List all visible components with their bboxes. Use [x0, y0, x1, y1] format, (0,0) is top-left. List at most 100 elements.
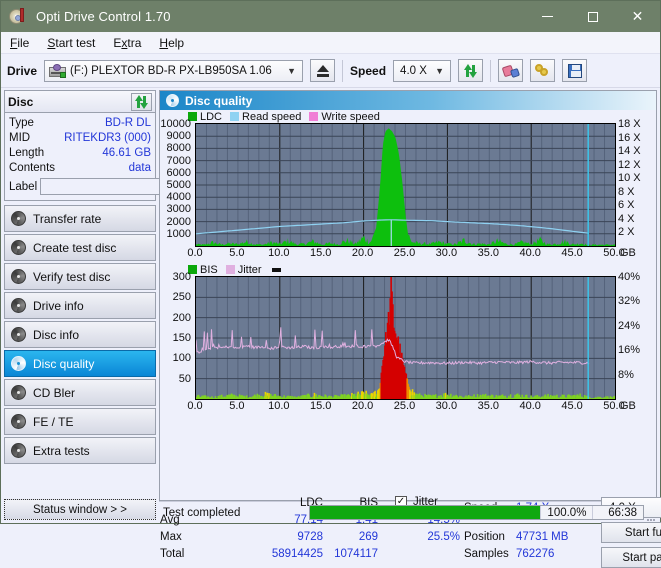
window-title: Opti Drive Control 1.70	[36, 9, 171, 24]
x-tick-label: 25.0	[393, 247, 416, 259]
y2-tick-label: 40%	[618, 271, 641, 283]
x-tick-label: 10.0	[268, 400, 290, 412]
x-axis-unit: GB	[620, 247, 636, 259]
disc-row-type: Type BD-R DL	[9, 115, 151, 130]
disc-icon	[11, 298, 26, 313]
app-window: Opti Drive Control 1.70 ✕ File Start tes…	[0, 0, 661, 568]
sidebar-item-label: Transfer rate	[33, 211, 102, 226]
keys-icon	[534, 64, 551, 77]
minimize-button[interactable]	[525, 1, 570, 32]
keys-button[interactable]	[530, 59, 556, 82]
x-tick-label: 30.0	[435, 400, 458, 412]
x-tick-label: 45.0	[561, 247, 583, 259]
refresh-button[interactable]	[458, 59, 484, 82]
window-controls: ✕	[525, 1, 660, 32]
sidebar-item-extra-tests[interactable]: Extra tests	[4, 437, 156, 464]
disc-panel-header: Disc	[5, 91, 155, 113]
save-button[interactable]	[562, 59, 588, 82]
panel-header: Disc quality	[160, 91, 656, 110]
sidebar-item-label: Drive info	[33, 298, 84, 313]
menu-item-start-test[interactable]: Start test	[47, 36, 95, 50]
x-tick-label: 40.0	[519, 247, 541, 259]
position-value: 47731 MB	[516, 531, 569, 543]
legend-label-read-speed: Read speed	[242, 110, 302, 123]
sidebar-item-disc-info[interactable]: Disc info	[4, 321, 156, 348]
start-full-button[interactable]: Start full	[601, 522, 661, 543]
sidebar-item-verify-test-disc[interactable]: Verify test disc	[4, 263, 156, 290]
disc-icon	[11, 327, 26, 342]
legend-swatch-extra	[271, 267, 281, 272]
x-tick-label: 20.0	[351, 247, 374, 259]
charts-container: LDC Read speed Write speed 10000 9000 8000…	[160, 110, 656, 493]
sidebar-nav: Transfer rate Create test disc Verify te…	[4, 205, 156, 464]
app-icon	[9, 7, 29, 27]
erase-button[interactable]	[498, 59, 524, 82]
y2-tick-label: 18 X	[618, 118, 641, 130]
sidebar-item-label: Verify test disc	[33, 269, 111, 284]
stats-row-max: Max	[160, 531, 182, 543]
y2-tick-label: 12 X	[618, 158, 641, 171]
drive-toolbar: Drive (F:) PLEXTOR BD-R PX-LB950SA 1.06 …	[1, 54, 660, 88]
disc-quality-panel: Disc quality LDC Read speed Write speed	[159, 90, 661, 568]
row-value: BD-R DL	[104, 116, 151, 129]
x-tick-label: 20.0	[351, 400, 374, 412]
samples-value: 762276	[516, 548, 555, 560]
menu-file-rest: ile	[17, 35, 30, 50]
close-icon[interactable]: ✕	[615, 1, 660, 32]
disc-icon	[11, 356, 26, 371]
main-area: Disc quality LDC Read speed Write speed	[159, 88, 661, 568]
sidebar-item-drive-info[interactable]: Drive info	[4, 292, 156, 319]
sidebar-item-fe-te[interactable]: FE / TE	[4, 408, 156, 435]
chevron-down-icon: ▼	[435, 65, 445, 76]
sidebar-item-transfer-rate[interactable]: Transfer rate	[4, 205, 156, 232]
disc-row-contents: Contents data	[9, 160, 151, 175]
bis-jitter-chart[interactable]: 300 250 200 150 100 50 40% 32% 24% 16% 8% 0.0 5.0 10.…	[160, 272, 656, 416]
disc-icon	[11, 443, 26, 458]
x-tick-label: 45.0	[561, 400, 583, 412]
x-tick-label: 5.0	[229, 247, 245, 259]
y-tick-label: 5000	[166, 179, 191, 191]
legend-label-write-speed: Write speed	[321, 110, 380, 123]
y2-tick-label: 32%	[618, 295, 641, 308]
bis-chart-legend: BIS Jitter	[160, 263, 656, 276]
stats-row-avg: Avg	[160, 514, 180, 526]
y2-tick-label: 2 X	[618, 226, 635, 239]
y-tick-label: 150	[172, 332, 191, 344]
disc-refresh-button[interactable]	[131, 92, 152, 111]
sidebar-item-cd-bler[interactable]: CD Bler	[4, 379, 156, 406]
progress-fill	[310, 506, 541, 519]
drive-select[interactable]: (F:) PLEXTOR BD-R PX-LB950SA 1.06 ▼	[44, 59, 304, 82]
sidebar-item-create-test-disc[interactable]: Create test disc	[4, 234, 156, 261]
y2-tick-label: 16%	[618, 344, 641, 357]
elapsed-time: 66:38	[592, 506, 643, 519]
row-value: data	[128, 161, 151, 174]
disc-info-panel: Disc Type BD-R DL MID RITEKDR3 (000) Len…	[4, 90, 242, 201]
menu-item-file[interactable]: File	[10, 36, 29, 50]
x-tick-label: 10.0	[268, 247, 290, 259]
status-window-button[interactable]: Status window > >	[4, 499, 156, 520]
sidebar: Disc Type BD-R DL MID RITEKDR3 (000) Len…	[1, 88, 242, 523]
menu-item-help[interactable]: Help	[159, 36, 184, 50]
bis-jitter-chart-canvas	[196, 277, 615, 399]
title-bar: Opti Drive Control 1.70 ✕	[1, 1, 660, 32]
disc-label-row: Label	[9, 176, 242, 197]
x-axis-unit: GB	[620, 400, 636, 412]
row-key: MID	[9, 131, 31, 144]
disc-row-mid: MID RITEKDR3 (000)	[9, 130, 151, 145]
ldc-chart[interactable]: 10000 9000 8000 7000 6000 5000 4000 3000 2000 100…	[160, 119, 656, 263]
x-tick-label: 0.0	[187, 247, 203, 259]
y2-tick-label: 14 X	[618, 145, 641, 158]
eject-button[interactable]	[310, 59, 336, 82]
x-tick-label: 30.0	[435, 247, 458, 259]
maximize-button[interactable]	[570, 1, 615, 32]
disc-icon	[11, 414, 26, 429]
menu-item-extra[interactable]: Extra	[113, 36, 141, 50]
content-area: Disc Type BD-R DL MID RITEKDR3 (000) Len…	[1, 88, 661, 568]
speed-select[interactable]: 4.0 X ▼	[393, 59, 452, 82]
x-tick-label: 5.0	[229, 400, 245, 412]
legend-label-jitter: Jitter	[237, 263, 262, 276]
y-tick-label: 8000	[166, 142, 191, 155]
start-part-button[interactable]: Start part	[601, 547, 661, 568]
sidebar-item-disc-quality[interactable]: Disc quality	[4, 350, 156, 377]
drive-icon	[49, 63, 67, 78]
